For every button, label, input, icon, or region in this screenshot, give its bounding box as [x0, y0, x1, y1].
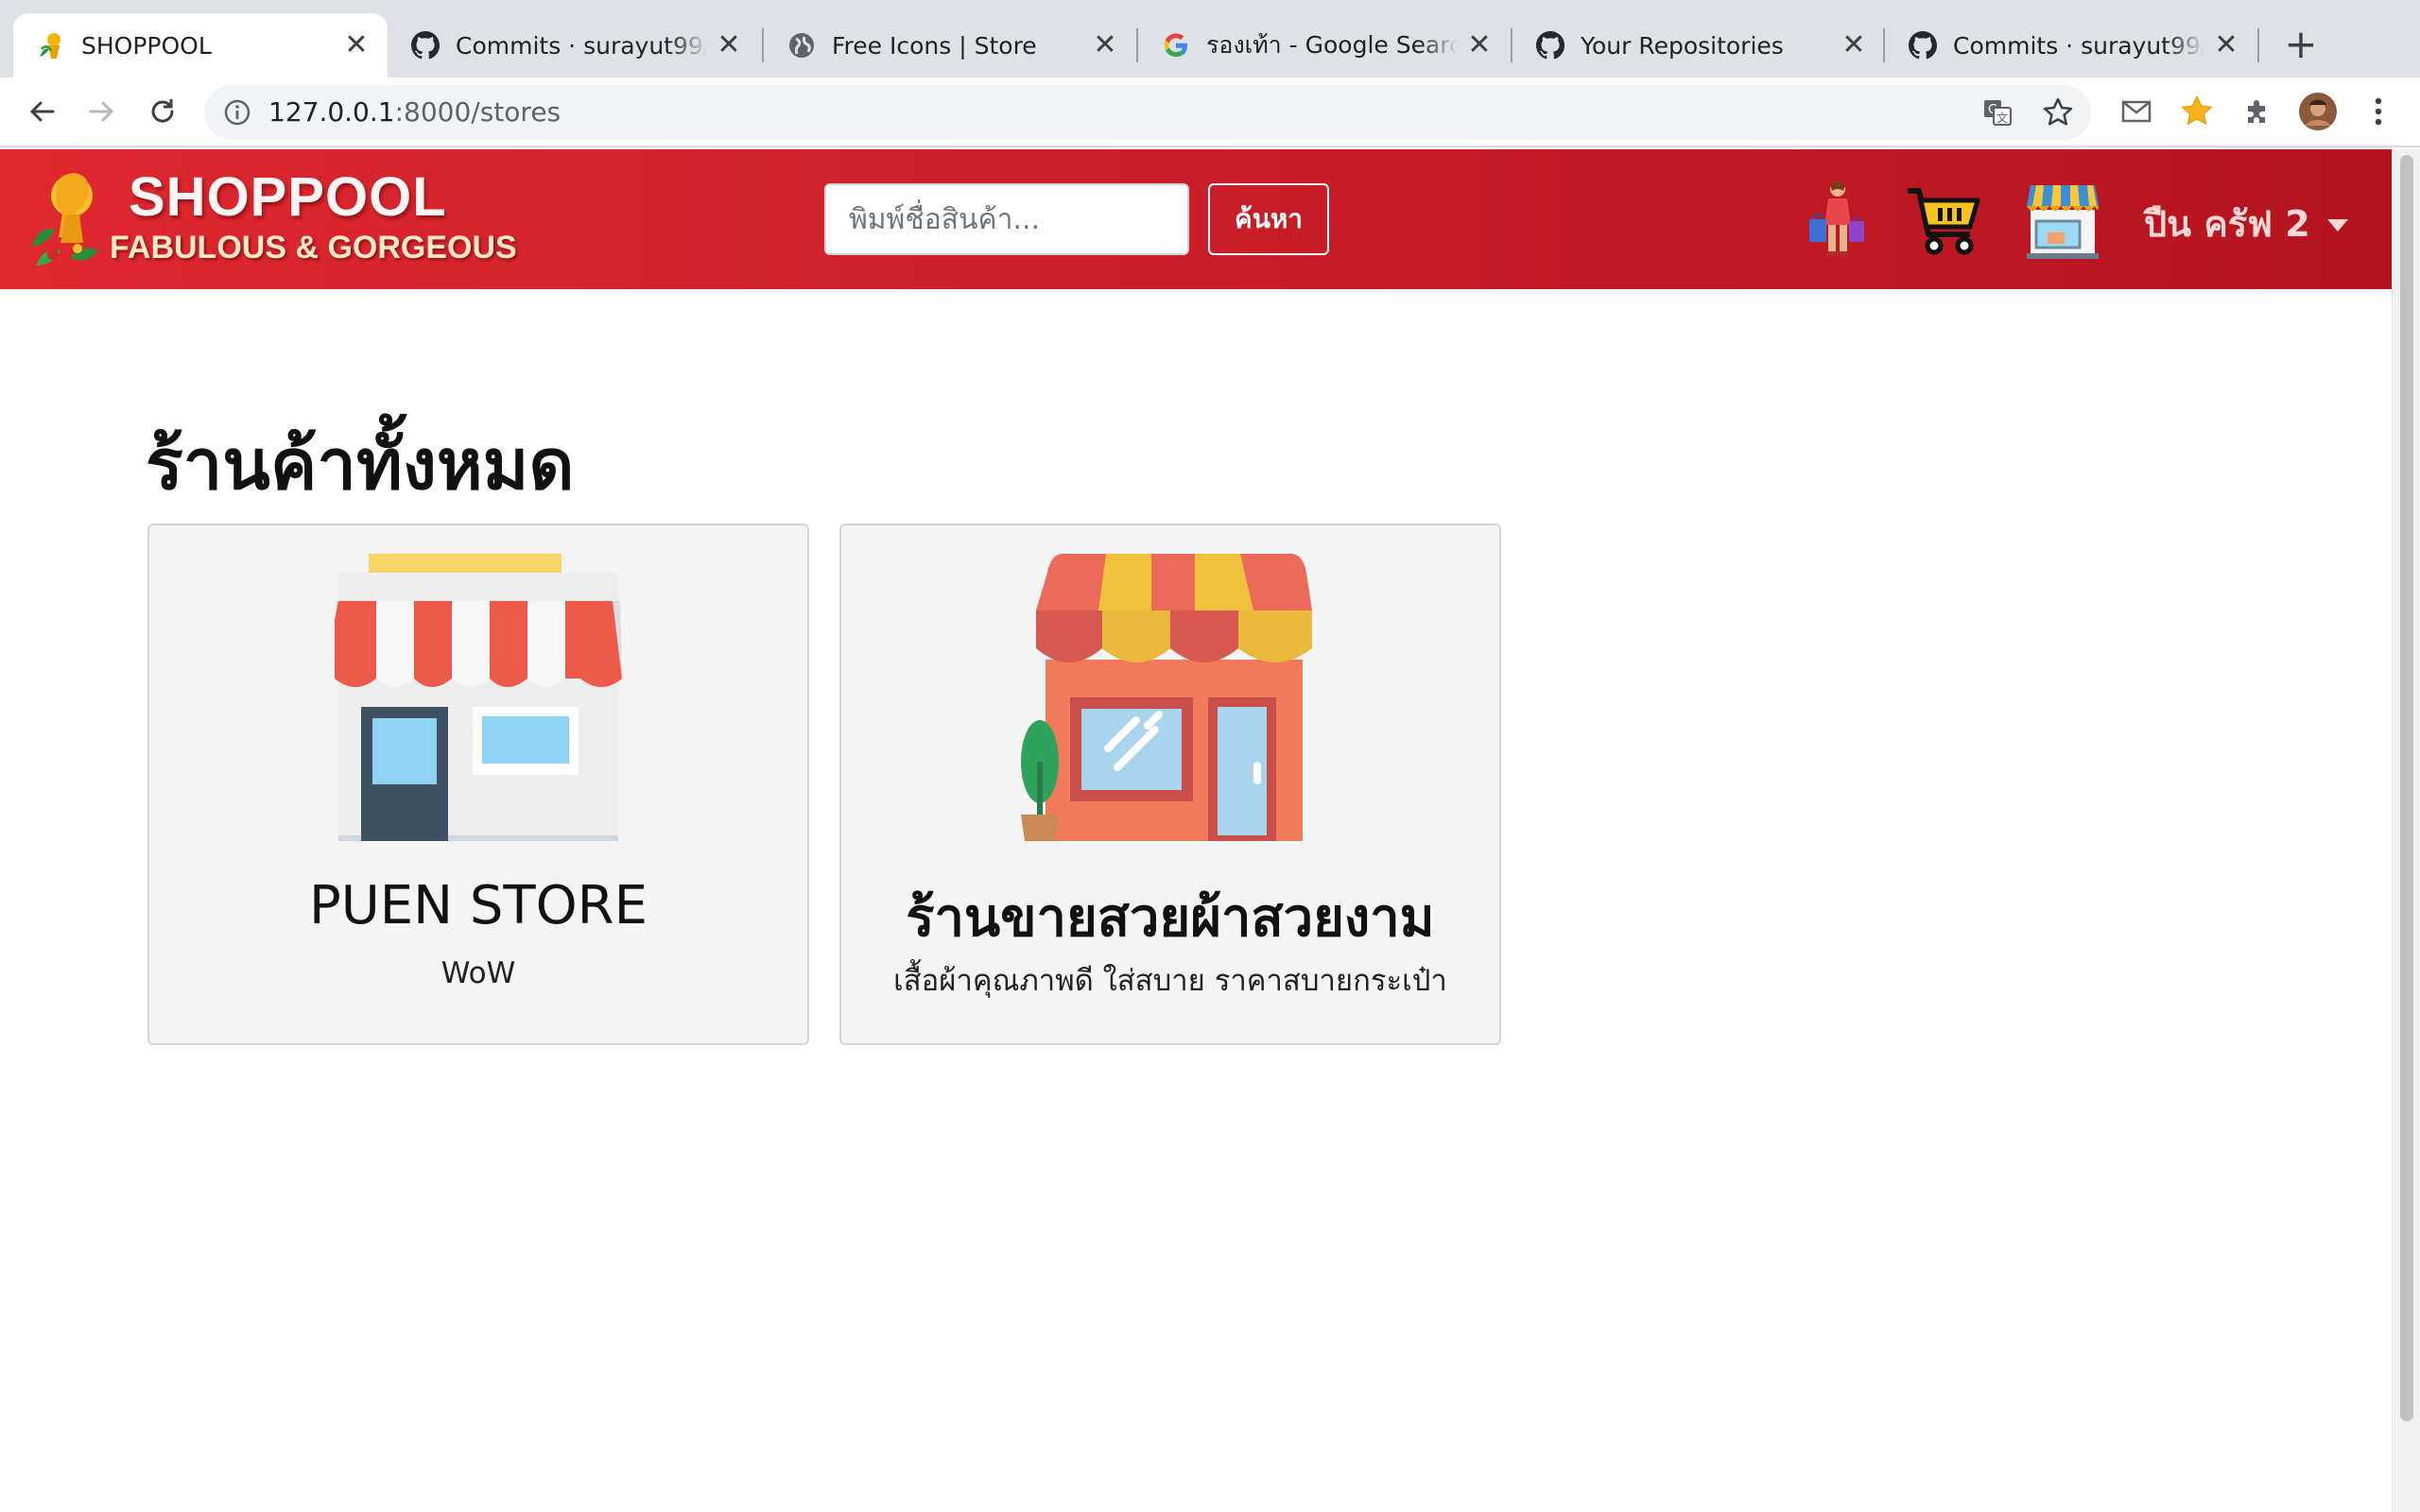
shoppool-logo-icon	[32, 173, 98, 266]
url-text: 127.0.0.1:8000/stores	[268, 96, 561, 128]
tab-title: Commits · surayut99/online-store	[456, 31, 707, 60]
star-extension-icon[interactable]	[2176, 91, 2218, 132]
user-menu-dropdown[interactable]: ปืน ครัฟ 2	[2144, 195, 2348, 252]
store-card[interactable]: ร้านขายสวยผ้าสวยงาม เสื้อผ้าคุณภาพดี ใส่…	[839, 524, 1501, 1045]
close-tab-icon[interactable]: ✕	[2212, 31, 2240, 60]
shop-awning-icon	[335, 554, 622, 841]
tab-google-search[interactable]: รองเท้า - Google Search ✕	[1138, 13, 1511, 77]
github-icon	[1535, 30, 1565, 60]
url-path: :8000/stores	[394, 96, 562, 128]
tab-title: SHOPPOOL	[81, 31, 212, 60]
github-icon	[410, 30, 441, 60]
tab-title: Free Icons | Store	[832, 31, 1037, 60]
address-bar[interactable]: 127.0.0.1:8000/stores G文	[204, 85, 2091, 140]
tab-title: Commits · surayut99/online-store	[1953, 31, 2204, 60]
brand-link[interactable]: SHOPPOOL FABULOUS & GORGEOUS	[28, 161, 517, 278]
tab-commits[interactable]: Commits · surayut99/online-store ✕	[388, 13, 760, 77]
shoppool-favicon	[36, 30, 66, 60]
tab-title: Your Repositories	[1581, 31, 1784, 60]
user-name: ปืน ครัฟ 2	[2144, 203, 2310, 245]
google-icon	[1161, 30, 1191, 60]
mail-extension-icon[interactable]	[2116, 91, 2157, 132]
store-description: WoW	[441, 956, 516, 990]
forward-button[interactable]	[81, 91, 123, 132]
brand-text: SHOPPOOL FABULOUS & GORGEOUS	[110, 166, 563, 266]
back-arrow-icon	[29, 101, 55, 122]
close-tab-icon[interactable]: ✕	[1840, 31, 1868, 60]
globe-icon	[786, 30, 817, 60]
translate-icon[interactable]: G文	[1981, 96, 2014, 129]
tab-commits-2[interactable]: Commits · surayut99/online-store ✕	[1885, 13, 2257, 77]
product-search-input[interactable]	[824, 183, 1189, 255]
tab-title: รองเท้า - Google Search	[1206, 31, 1458, 59]
extensions-puzzle-icon[interactable]	[2237, 91, 2278, 132]
site-navbar: SHOPPOOL FABULOUS & GORGEOUS ค้นหา	[0, 149, 2392, 289]
caret-down-icon	[2326, 219, 2348, 232]
tab-free-icons[interactable]: Free Icons | Store ✕	[764, 13, 1136, 77]
back-button[interactable]	[21, 91, 62, 132]
brand-tagline: FABULOUS & GORGEOUS	[110, 230, 517, 266]
forward-arrow-icon	[89, 101, 114, 122]
scrollbar-thumb[interactable]	[2400, 155, 2413, 1421]
close-tab-icon[interactable]: ✕	[342, 31, 371, 60]
github-icon	[1908, 30, 1938, 60]
brand-name: SHOPPOOL	[129, 166, 447, 228]
profile-avatar[interactable]	[2297, 91, 2339, 132]
page-scrollbar[interactable]	[2392, 149, 2420, 1512]
close-tab-icon[interactable]: ✕	[715, 31, 743, 60]
store-name[interactable]: ร้านขายสวยผ้าสวยงาม	[841, 875, 1499, 959]
store-description: เสื้อผ้าคุณภาพดี ใส่สบาย ราคาสบายกระเป๋า	[893, 964, 1447, 998]
tab-separator	[2257, 28, 2259, 62]
page-heading: ร้านค้าทั้งหมด	[146, 424, 575, 506]
close-tab-icon[interactable]: ✕	[1091, 31, 1119, 60]
bookmark-star-icon[interactable]	[2042, 96, 2074, 129]
reload-button[interactable]	[142, 91, 183, 132]
store-name[interactable]: PUEN STORE	[149, 875, 807, 936]
tab-shoppool[interactable]: SHOPPOOL ✕	[13, 13, 388, 77]
browser-toolbar: 127.0.0.1:8000/stores G文	[0, 77, 2420, 147]
shopfront-icon	[1021, 554, 1312, 841]
browser-menu-icon[interactable]	[2358, 91, 2399, 132]
url-host: 127.0.0.1	[268, 96, 395, 128]
close-tab-icon[interactable]: ✕	[1465, 31, 1494, 60]
svg-text:文: 文	[1996, 111, 2008, 125]
shopper-icon[interactable]	[1796, 178, 1876, 261]
store-card[interactable]: PUEN STORE WoW	[147, 524, 809, 1045]
cart-icon[interactable]	[1904, 178, 1983, 261]
site-info-icon[interactable]	[223, 98, 251, 130]
browser-tab-strip: SHOPPOOL ✕ Commits · surayut99/online-st…	[0, 0, 2420, 77]
page-viewport: SHOPPOOL FABULOUS & GORGEOUS ค้นหา	[0, 149, 2392, 1512]
reload-icon	[151, 99, 174, 123]
tab-repositories[interactable]: Your Repositories ✕	[1512, 13, 1885, 77]
new-tab-button[interactable]: +	[2280, 25, 2322, 66]
store-icon[interactable]	[2023, 178, 2102, 261]
search-button[interactable]: ค้นหา	[1208, 183, 1329, 255]
